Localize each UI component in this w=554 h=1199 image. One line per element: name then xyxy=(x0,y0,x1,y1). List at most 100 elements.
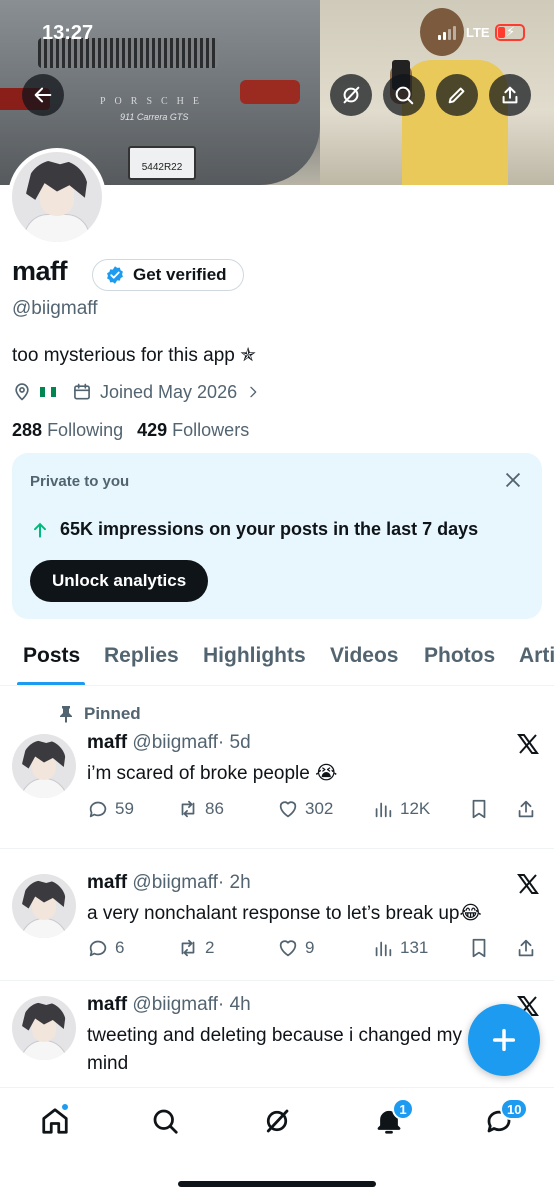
car-model-text: 911 Carrera GTS xyxy=(120,112,189,122)
back-button[interactable] xyxy=(22,74,64,116)
close-card-button[interactable] xyxy=(502,469,524,491)
repost-icon xyxy=(181,939,195,957)
x-logo-icon[interactable] xyxy=(516,872,540,896)
tab-articles[interactable]: Articles xyxy=(519,644,554,668)
repost-icon xyxy=(181,800,195,818)
post-header: maff @biigmaff· 4h xyxy=(87,994,251,1016)
repost-count: 86 xyxy=(205,799,224,818)
post-header: maff @biigmaff· 5d xyxy=(87,732,251,754)
followers-label: Followers xyxy=(172,420,250,440)
network-type: LTE xyxy=(466,25,490,40)
pinned-label: Pinned xyxy=(58,704,141,724)
post-time: · 4h xyxy=(217,994,251,1015)
nav-messages[interactable]: 10 xyxy=(484,1098,529,1140)
notifications-badge: 1 xyxy=(392,1098,414,1120)
post-share-button[interactable] xyxy=(515,937,537,959)
post-item[interactable]: maff @biigmaff· 2h a very nonchalant res… xyxy=(0,850,554,981)
post-share-button[interactable] xyxy=(515,798,537,820)
impressions-text: 65K impressions on your posts in the las… xyxy=(60,519,479,539)
impressions-stat: 65K impressions on your posts in the las… xyxy=(30,519,478,540)
post-time: · 5d xyxy=(217,732,251,753)
views-icon xyxy=(375,941,392,957)
tab-replies[interactable]: Replies xyxy=(104,644,179,668)
post-avatar[interactable] xyxy=(12,874,76,938)
following-label: Following xyxy=(47,420,124,440)
bookmark-icon xyxy=(472,938,486,958)
post-text: tweeting and deleting because i changed … xyxy=(87,1025,462,1074)
bookmark-button[interactable] xyxy=(468,798,490,820)
nigeria-flag-icon xyxy=(40,387,56,397)
repost-button[interactable]: 2 xyxy=(177,937,214,959)
avatar-body xyxy=(20,778,68,798)
post-actions: 6 2 9 131 xyxy=(87,937,542,963)
card-label: Private to you xyxy=(30,473,130,490)
heart-icon xyxy=(279,940,297,957)
share-button[interactable] xyxy=(489,74,531,116)
edit-button[interactable] xyxy=(436,74,478,116)
post-time: · 2h xyxy=(217,872,251,893)
tab-videos[interactable]: Videos xyxy=(330,644,398,668)
post-text: i’m scared of broke people 😭 xyxy=(87,763,338,784)
post-header: maff @biigmaff· 2h xyxy=(87,872,251,894)
profile-tabs: Posts Replies Highlights Videos Photos A… xyxy=(0,636,554,686)
tab-highlights[interactable]: Highlights xyxy=(203,644,306,668)
post-author-name[interactable]: maff xyxy=(87,732,127,753)
post-author-handle: @biigmaff xyxy=(132,872,218,893)
view-count: 12K xyxy=(400,799,431,818)
heart-icon xyxy=(279,801,297,818)
get-verified-button[interactable]: Get verified xyxy=(92,259,244,291)
post-author-name[interactable]: maff xyxy=(87,994,127,1015)
unlock-analytics-button[interactable]: Unlock analytics xyxy=(30,560,209,602)
views-button[interactable]: 12K xyxy=(372,798,430,820)
compose-button[interactable] xyxy=(468,1004,540,1076)
chevron-right-icon[interactable] xyxy=(245,384,261,400)
close-icon xyxy=(505,472,521,488)
x-logo-icon[interactable] xyxy=(516,732,540,756)
post-item[interactable]: Pinned maff @biigmaff· 5d i’m scared of … xyxy=(0,686,554,849)
like-count: 302 xyxy=(305,799,334,818)
like-count: 9 xyxy=(305,938,315,957)
joined-date[interactable]: Joined May 2026 xyxy=(100,382,237,403)
tab-posts[interactable]: Posts xyxy=(23,644,80,668)
pin-icon xyxy=(60,706,72,723)
profile-handle: @biigmaff xyxy=(12,298,98,319)
repost-button[interactable]: 86 xyxy=(177,798,224,820)
reply-icon xyxy=(89,940,107,957)
grok-button[interactable] xyxy=(330,74,372,116)
messages-badge: 10 xyxy=(500,1098,529,1120)
views-icon xyxy=(375,802,392,818)
get-verified-label: Get verified xyxy=(133,265,227,284)
post-actions: 59 86 302 12K xyxy=(87,798,542,824)
like-button[interactable]: 9 xyxy=(277,937,314,959)
post-author-name[interactable]: maff xyxy=(87,872,127,893)
nav-notifications[interactable]: 1 xyxy=(374,1098,414,1140)
followers-link[interactable]: 429 Followers xyxy=(137,420,249,441)
post-avatar[interactable] xyxy=(12,734,76,798)
share-icon xyxy=(518,800,534,818)
reply-button[interactable]: 6 xyxy=(87,937,124,959)
battery-icon: ⚡ xyxy=(495,24,525,41)
reply-button[interactable]: 59 xyxy=(87,798,134,820)
search-button[interactable] xyxy=(383,74,425,116)
nav-search[interactable] xyxy=(150,1106,184,1140)
like-button[interactable]: 302 xyxy=(277,798,333,820)
grok-icon xyxy=(266,1109,289,1133)
post-avatar[interactable] xyxy=(12,996,76,1060)
car-brand-text: PORSCHE xyxy=(100,96,209,107)
post-text: a very nonchalant response to let’s brea… xyxy=(87,903,482,924)
views-button[interactable]: 131 xyxy=(372,937,428,959)
bookmark-button[interactable] xyxy=(468,937,490,959)
profile-avatar[interactable] xyxy=(8,148,106,246)
analytics-card: Private to you 65K impressions on your p… xyxy=(12,453,542,619)
signal-icon xyxy=(438,26,458,40)
following-link[interactable]: 288 Following xyxy=(12,420,123,441)
plus-icon xyxy=(492,1028,516,1052)
post-author-handle: @biigmaff xyxy=(132,732,218,753)
nav-grok[interactable] xyxy=(262,1106,296,1140)
tab-photos[interactable]: Photos xyxy=(424,644,495,668)
nav-home[interactable] xyxy=(40,1102,74,1140)
taillight-right xyxy=(240,80,300,104)
calendar-icon xyxy=(74,383,90,400)
reply-icon xyxy=(89,801,107,818)
followers-count: 429 xyxy=(137,420,168,440)
